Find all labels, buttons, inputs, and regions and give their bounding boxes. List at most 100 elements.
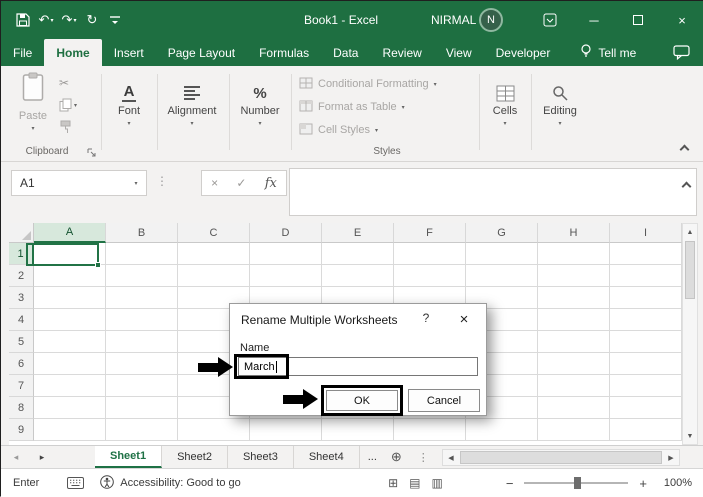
cell-A8[interactable] (34, 397, 106, 419)
cell-B1[interactable] (106, 243, 178, 265)
cell-G2[interactable] (466, 265, 538, 287)
cell-H3[interactable] (538, 287, 610, 309)
repeat-icon[interactable]: ↻ (82, 8, 102, 32)
zoom-level[interactable]: 100% (658, 477, 692, 489)
cell-C1[interactable] (178, 243, 250, 265)
cell-I3[interactable] (610, 287, 682, 309)
cell-I1[interactable] (610, 243, 682, 265)
page-layout-view-icon[interactable]: ▤ (409, 476, 420, 490)
sheet-tab-sheet2[interactable]: Sheet2 (162, 446, 228, 468)
cell-E1[interactable] (322, 243, 394, 265)
cell-A5[interactable] (34, 331, 106, 353)
cut-icon[interactable]: ✂ (59, 76, 69, 90)
row-header-5[interactable]: 5 (9, 331, 34, 353)
scroll-left-icon[interactable]: ◀ (443, 454, 459, 462)
column-header-D[interactable]: D (250, 223, 322, 243)
dialog-close-icon[interactable]: × (452, 308, 476, 330)
cell-H2[interactable] (538, 265, 610, 287)
column-header-E[interactable]: E (322, 223, 394, 243)
cancel-button[interactable]: Cancel (408, 389, 480, 412)
cell-H9[interactable] (538, 419, 610, 441)
customize-quick-access-icon[interactable] (105, 8, 125, 32)
cell-B7[interactable] (106, 375, 178, 397)
cell-I4[interactable] (610, 309, 682, 331)
editing-button[interactable]: Editing ▾ (535, 72, 585, 127)
row-header-9[interactable]: 9 (9, 419, 34, 441)
clipboard-dialog-launcher-icon[interactable] (87, 145, 97, 157)
cell-B5[interactable] (106, 331, 178, 353)
accessibility-status[interactable]: Accessibility: Good to go (100, 474, 241, 492)
format-as-table-button[interactable]: Format as Table ▾ (299, 97, 475, 117)
tab-home[interactable]: Home (44, 39, 102, 66)
cell-A9[interactable] (34, 419, 106, 441)
row-header-7[interactable]: 7 (9, 375, 34, 397)
formula-bar-expand-icon[interactable] (681, 177, 692, 195)
fill-handle[interactable] (95, 262, 101, 268)
name-box-caret-icon[interactable]: ▾ (126, 180, 146, 187)
column-header-B[interactable]: B (106, 223, 178, 243)
cell-styles-button[interactable]: Cell Styles ▾ (299, 120, 475, 140)
sheet-nav-left-icon[interactable]: ◂ (5, 446, 27, 468)
cell-I5[interactable] (610, 331, 682, 353)
sheet-tab-sheet1[interactable]: Sheet1 (95, 446, 163, 468)
cell-B9[interactable] (106, 419, 178, 441)
cell-H8[interactable] (538, 397, 610, 419)
select-all-button[interactable] (9, 223, 34, 243)
column-header-C[interactable]: C (178, 223, 250, 243)
confirm-entry-icon[interactable]: ✓ (236, 176, 246, 190)
tab-page-layout[interactable]: Page Layout (156, 39, 247, 66)
cell-D2[interactable] (250, 265, 322, 287)
cell-I7[interactable] (610, 375, 682, 397)
cell-A3[interactable] (34, 287, 106, 309)
copy-caret-icon[interactable]: ▾ (74, 102, 77, 109)
alignment-button[interactable]: Alignment ▾ (161, 72, 223, 127)
horizontal-scroll-thumb[interactable] (460, 451, 662, 464)
tab-view[interactable]: View (434, 39, 484, 66)
formula-input[interactable] (289, 168, 697, 216)
tab-insert[interactable]: Insert (102, 39, 156, 66)
cell-A6[interactable] (34, 353, 106, 375)
cell-F2[interactable] (394, 265, 466, 287)
cell-F9[interactable] (394, 419, 466, 441)
cell-A4[interactable] (34, 309, 106, 331)
close-button[interactable]: × (660, 1, 703, 39)
cells-button[interactable]: Cells ▾ (483, 72, 527, 127)
cell-B8[interactable] (106, 397, 178, 419)
save-icon[interactable] (13, 8, 33, 32)
cell-I9[interactable] (610, 419, 682, 441)
copy-icon[interactable]: ▾ (59, 98, 77, 112)
redo-icon[interactable]: ↷ ▾ (59, 8, 79, 32)
zoom-in-icon[interactable]: + (639, 476, 647, 491)
row-header-6[interactable]: 6 (9, 353, 34, 375)
tab-review[interactable]: Review (370, 39, 433, 66)
avatar[interactable]: N (479, 8, 503, 32)
cell-A7[interactable] (34, 375, 106, 397)
zoom-out-icon[interactable]: − (506, 476, 514, 491)
cell-I8[interactable] (610, 397, 682, 419)
ribbon-display-options-icon[interactable] (528, 1, 572, 39)
minimize-button[interactable]: ─ (572, 1, 616, 39)
cell-H4[interactable] (538, 309, 610, 331)
cell-H5[interactable] (538, 331, 610, 353)
cell-F1[interactable] (394, 243, 466, 265)
scroll-up-icon[interactable]: ▲ (683, 224, 697, 240)
name-box[interactable]: A1 ▾ (11, 170, 147, 196)
cell-H1[interactable] (538, 243, 610, 265)
column-header-F[interactable]: F (394, 223, 466, 243)
cell-G1[interactable] (466, 243, 538, 265)
cancel-entry-icon[interactable]: × (211, 176, 218, 190)
tab-developer[interactable]: Developer (484, 39, 563, 66)
sheet-tab-sheet4[interactable]: Sheet4 (294, 446, 360, 468)
row-header-2[interactable]: 2 (9, 265, 34, 287)
new-sheet-icon[interactable]: ⊕ (391, 446, 402, 468)
conditional-formatting-button[interactable]: Conditional Formatting ▾ (299, 74, 475, 94)
dialog-help-button[interactable]: ? (416, 311, 436, 325)
vertical-scroll-thumb[interactable] (685, 241, 695, 299)
cell-E2[interactable] (322, 265, 394, 287)
row-header-3[interactable]: 3 (9, 287, 34, 309)
undo-caret-icon[interactable]: ▾ (50, 17, 53, 24)
zoom-slider-thumb[interactable] (574, 477, 582, 489)
cell-G9[interactable] (466, 419, 538, 441)
vertical-scrollbar[interactable]: ▲ ▼ (682, 223, 698, 445)
tab-formulas[interactable]: Formulas (247, 39, 321, 66)
